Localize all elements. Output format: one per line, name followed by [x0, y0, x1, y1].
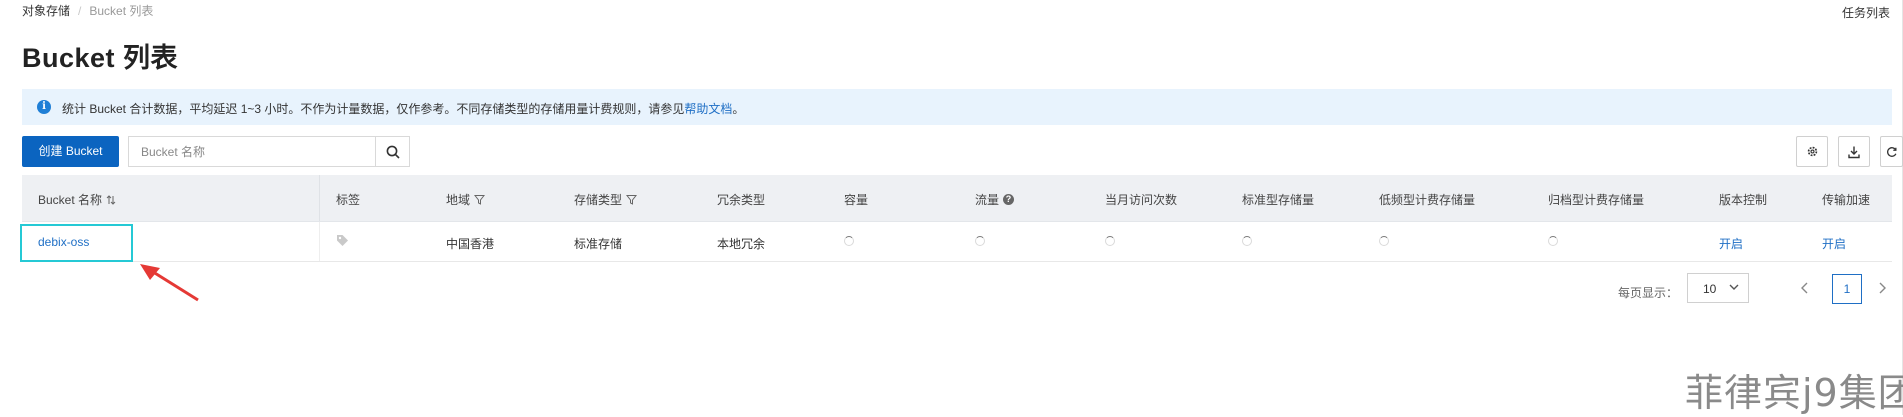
- breadcrumb: 对象存储 / Bucket 列表: [22, 2, 153, 19]
- highlight-box: [20, 224, 133, 262]
- chevron-down-icon: [1729, 284, 1739, 290]
- bucket-search-input[interactable]: [129, 137, 386, 166]
- loading-spinner-icon: [844, 236, 854, 246]
- column-bucket-name[interactable]: Bucket 名称: [38, 191, 116, 208]
- chevron-left-icon[interactable]: [1800, 281, 1810, 295]
- sort-icon[interactable]: [106, 194, 116, 205]
- info-icon: i: [37, 100, 51, 114]
- search-button[interactable]: [375, 137, 409, 166]
- column-label: 存储类型: [574, 193, 623, 207]
- redundancy-cell: 本地冗余: [717, 237, 766, 251]
- page-size-select[interactable]: 10: [1687, 273, 1749, 303]
- column-standard-storage: 标准型存储量: [1242, 193, 1315, 207]
- breadcrumb-root[interactable]: 对象存储: [22, 4, 70, 18]
- help-doc-link[interactable]: 帮助文档: [684, 102, 732, 116]
- column-monthly-visits: 当月访问次数: [1105, 193, 1178, 207]
- settings-button[interactable]: [1796, 136, 1828, 167]
- search-icon: [386, 145, 400, 159]
- filter-icon[interactable]: [474, 194, 486, 205]
- column-tags: 标签: [336, 193, 361, 207]
- notice-message: 统计 Bucket 合计数据，平均延迟 1~3 小时。不作为计量数据，仅作参考。…: [62, 102, 685, 116]
- breadcrumb-current: Bucket 列表: [89, 4, 154, 18]
- column-divider: [319, 175, 320, 221]
- loading-spinner-icon: [1548, 236, 1558, 246]
- gear-icon: [1807, 146, 1817, 157]
- storage-type-cell: 标准存储: [574, 237, 623, 251]
- column-archive-storage: 归档型计费存储量: [1548, 193, 1645, 207]
- page-size-label: 每页显示：: [1618, 286, 1679, 300]
- loading-spinner-icon: [1105, 236, 1115, 246]
- column-divider: [319, 222, 320, 261]
- region-cell: 中国香港: [446, 237, 495, 251]
- column-traffic: 流量 ?: [975, 191, 1015, 208]
- notice-suffix: 。: [732, 102, 745, 116]
- annotation-arrow-icon: [140, 264, 199, 302]
- filter-icon[interactable]: [626, 194, 638, 205]
- help-icon[interactable]: ?: [1003, 194, 1015, 205]
- loading-spinner-icon: [1379, 236, 1389, 246]
- table-row: debix-oss 中国香港 标准存储 本地冗余 开启 开启: [22, 222, 1892, 262]
- column-versioning: 版本控制: [1719, 193, 1768, 207]
- loading-spinner-icon: [1242, 236, 1252, 246]
- watermark-text: 菲律宾j9集团: [1685, 371, 1903, 415]
- table-header: Bucket 名称 标签 地域 存储类型 冗余类型 容量 流量 ? 当月访问次数…: [22, 175, 1892, 222]
- column-redundancy: 冗余类型: [717, 193, 766, 207]
- page-number-current[interactable]: 1: [1832, 274, 1862, 304]
- page-title: Bucket 列表: [22, 43, 179, 73]
- refresh-icon: [1886, 146, 1896, 157]
- column-ia-storage: 低频型计费存储量: [1379, 193, 1476, 207]
- column-region: 地域: [446, 191, 486, 208]
- loading-spinner-icon: [975, 236, 985, 246]
- breadcrumb-separator: /: [78, 4, 82, 18]
- task-list-link[interactable]: 任务列表: [1842, 4, 1890, 21]
- column-label: 流量: [975, 193, 1000, 207]
- column-label: Bucket 名称: [38, 193, 103, 207]
- info-notice: i 统计 Bucket 合计数据，平均延迟 1~3 小时。不作为计量数据，仅作参…: [22, 89, 1892, 125]
- tag-icon[interactable]: [336, 234, 349, 250]
- bucket-search: [128, 136, 410, 167]
- acceleration-enable-link[interactable]: 开启: [1822, 235, 1846, 252]
- create-bucket-button[interactable]: 创建 Bucket: [22, 136, 119, 167]
- refresh-button[interactable]: [1880, 136, 1903, 167]
- chevron-right-icon[interactable]: [1877, 281, 1887, 295]
- column-capacity: 容量: [844, 193, 869, 207]
- bucket-table: Bucket 名称 标签 地域 存储类型 冗余类型 容量 流量 ? 当月访问次数…: [22, 175, 1892, 262]
- page-size-value: 10: [1703, 282, 1717, 296]
- column-label: 地域: [446, 193, 471, 207]
- download-button[interactable]: [1838, 136, 1870, 167]
- download-icon: [1848, 146, 1860, 158]
- notice-text: 统计 Bucket 合计数据，平均延迟 1~3 小时。不作为计量数据，仅作参考。…: [62, 100, 744, 117]
- versioning-enable-link[interactable]: 开启: [1719, 235, 1743, 252]
- column-storage-type: 存储类型: [574, 191, 638, 208]
- column-acceleration: 传输加速: [1822, 193, 1871, 207]
